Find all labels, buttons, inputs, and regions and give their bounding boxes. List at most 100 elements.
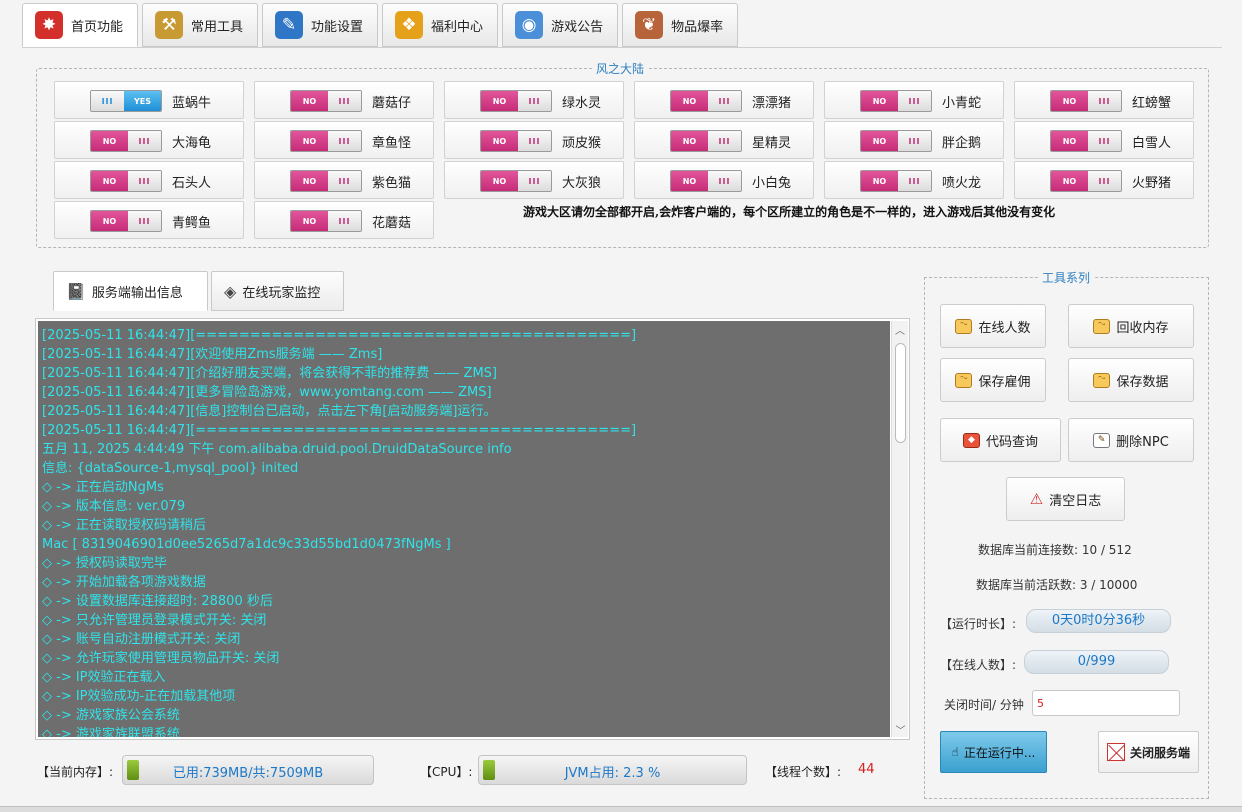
toggle-off-switch[interactable]: NO III	[290, 130, 362, 152]
map-name: 星精灵	[752, 136, 792, 151]
tab-home[interactable]: ✸ 首页功能	[22, 3, 139, 47]
button-label: 保存雇佣	[978, 374, 1031, 390]
toggle-off-switch[interactable]: NO III	[1050, 130, 1122, 152]
tab-online-monitor[interactable]: ◈ 在线玩家监控	[211, 271, 344, 311]
map-toggle-button[interactable]: NO III 大灰狼	[444, 161, 624, 199]
console-line: ◇ -> 只允许管理员登录模式开关: 关闭	[42, 613, 267, 628]
cpu-bar: JVM占用: 2.3 %	[478, 755, 747, 785]
home-star-icon: ✸	[35, 11, 63, 39]
toggle-off-switch[interactable]: NO III	[670, 170, 742, 192]
toggle-off-switch[interactable]: NO III	[290, 210, 362, 232]
toggle-off-switch[interactable]: NO III	[1050, 90, 1122, 112]
toggle-state-text: NO	[291, 91, 328, 111]
close-icon	[1106, 743, 1125, 761]
code-query-button[interactable]: ◆ 代码查询	[940, 418, 1061, 462]
toggle-off-switch[interactable]: NO III	[670, 90, 742, 112]
close-server-button[interactable]: 关闭服务端	[1098, 731, 1199, 773]
toggle-state-text: NO	[861, 171, 898, 191]
region-note: 游戏大区请勿全部都开启,会炸客户端的，每个区所建立的角色是不一样的，进入游戏后其…	[523, 205, 1056, 219]
toggle-on-switch[interactable]: III YES	[90, 90, 162, 112]
tab-settings[interactable]: ✎ 功能设置	[262, 3, 379, 47]
map-toggle-button[interactable]: NO III 蘑菇仔	[254, 81, 434, 119]
toggle-off-switch[interactable]: NO III	[1050, 170, 1122, 192]
toggle-off-switch[interactable]: NO III	[670, 130, 742, 152]
map-toggle-button[interactable]: NO III 红螃蟹	[1014, 81, 1194, 119]
map-toggle-button[interactable]: III YES 蓝蜗牛	[54, 81, 244, 119]
map-toggle-button[interactable]: NO III 绿水灵	[444, 81, 624, 119]
toggle-state-text: NO	[1051, 171, 1088, 191]
toggle-off-switch[interactable]: NO III	[90, 130, 162, 152]
console-line: ◇ -> 正在读取授权码请稍后	[42, 518, 206, 533]
tab-server-output[interactable]: 📓 服务端输出信息	[53, 271, 208, 311]
threads-value: 44	[858, 762, 875, 777]
toggle-off-switch[interactable]: NO III	[90, 210, 162, 232]
recycle-memory-button[interactable]: ᵔᵕ 回收内存	[1068, 304, 1194, 348]
cpu-label: 【CPU】:	[420, 765, 473, 779]
toggle-off-switch[interactable]: NO III	[860, 130, 932, 152]
toggle-state-text: NO	[481, 91, 518, 111]
tab-announcement[interactable]: ◉ 游戏公告	[502, 3, 619, 47]
map-toggle-button[interactable]: NO III 章鱼怪	[254, 121, 434, 159]
region-title: 风之大陆	[592, 60, 649, 77]
toggle-grip: III	[517, 171, 551, 191]
map-toggle-button[interactable]: NO III 漂漂猪	[634, 81, 814, 119]
button-label: 回收内存	[1116, 320, 1169, 336]
close-time-input[interactable]	[1032, 690, 1180, 716]
toggle-state-text: NO	[861, 91, 898, 111]
map-toggle-button[interactable]: NO III 顽皮猴	[444, 121, 624, 159]
map-toggle-button[interactable]: NO III 白雪人	[1014, 121, 1194, 159]
tab-drop-rate[interactable]: ❦ 物品爆率	[622, 3, 739, 47]
tab-label: 物品爆率	[671, 19, 724, 35]
toggle-grip: III	[127, 211, 161, 231]
save-data-button[interactable]: ᵔᵕ 保存数据	[1068, 358, 1194, 402]
toggle-off-switch[interactable]: NO III	[480, 170, 552, 192]
map-name: 小青蛇	[942, 96, 982, 111]
map-toggle-button[interactable]: NO III 小白兔	[634, 161, 814, 199]
map-toggle-button[interactable]: NO III 花蘑菇	[254, 201, 434, 239]
toggle-off-switch[interactable]: NO III	[480, 90, 552, 112]
running-button[interactable]: ☝ 正在运行中...	[940, 731, 1047, 773]
toggle-grip: III	[91, 91, 125, 111]
toggle-off-switch[interactable]: NO III	[90, 170, 162, 192]
notebook-icon: 📓	[66, 281, 86, 301]
cube-icon: ◆	[962, 432, 980, 448]
toggle-state-text: NO	[671, 131, 708, 151]
console-scrollbar[interactable]: ︿ ﹀	[891, 321, 908, 737]
tab-tools[interactable]: ⚒ 常用工具	[142, 3, 259, 47]
map-toggle-button[interactable]: NO III 火野猪	[1014, 161, 1194, 199]
toggle-off-switch[interactable]: NO III	[860, 170, 932, 192]
server-console[interactable]: [2025-05-11 16:44:47][==================…	[38, 321, 890, 737]
save-hired-button[interactable]: ᵔᵕ 保存雇佣	[940, 358, 1046, 402]
tab-welfare[interactable]: ❖ 福利中心	[382, 3, 499, 47]
threads-label: 【线程个数】:	[765, 765, 842, 779]
map-toggle-button[interactable]: NO III 石头人	[54, 161, 244, 199]
map-name: 小白兔	[752, 176, 792, 191]
map-toggle-button[interactable]: NO III 大海龟	[54, 121, 244, 159]
memory-bar: 已用:739MB/共:7509MB	[122, 755, 374, 785]
scroll-thumb[interactable]	[895, 343, 906, 443]
chevron-down-icon[interactable]: ﹀	[892, 721, 909, 737]
console-line: [2025-05-11 16:44:47][==================…	[42, 423, 637, 438]
delete-npc-button[interactable]: ✎ 删除NPC	[1068, 418, 1194, 462]
map-name: 漂漂猪	[752, 96, 792, 111]
map-toggle-button[interactable]: NO III 紫色猫	[254, 161, 434, 199]
uptime-label: 【运行时长】:	[940, 617, 1017, 631]
toggle-grip: III	[1087, 171, 1121, 191]
map-toggle-button[interactable]: NO III 喷火龙	[824, 161, 1004, 199]
toggle-off-switch[interactable]: NO III	[480, 130, 552, 152]
toggle-state-text: NO	[1051, 131, 1088, 151]
map-toggle-button[interactable]: NO III 胖企鹅	[824, 121, 1004, 159]
toggle-off-switch[interactable]: NO III	[860, 90, 932, 112]
online-count-button[interactable]: ᵔᵕ 在线人数	[940, 304, 1046, 348]
toggle-off-switch[interactable]: NO III	[290, 170, 362, 192]
console-line: [2025-05-11 16:44:47][信息]控制台已启动，点击左下角[启动…	[42, 404, 497, 419]
map-toggle-button[interactable]: NO III 小青蛇	[824, 81, 1004, 119]
cpu-text: JVM占用: 2.3 %	[564, 766, 661, 781]
map-toggle-button[interactable]: NO III 青鳄鱼	[54, 201, 244, 239]
clear-log-button[interactable]: ⚠ 清空日志	[1006, 477, 1125, 521]
chevron-up-icon[interactable]: ︿	[892, 321, 908, 337]
toggle-off-switch[interactable]: NO III	[290, 90, 362, 112]
console-line: ◇ -> IP效验成功-正在加载其他项	[42, 689, 236, 704]
window-bottom-border	[0, 806, 1242, 812]
map-toggle-button[interactable]: NO III 星精灵	[634, 121, 814, 159]
